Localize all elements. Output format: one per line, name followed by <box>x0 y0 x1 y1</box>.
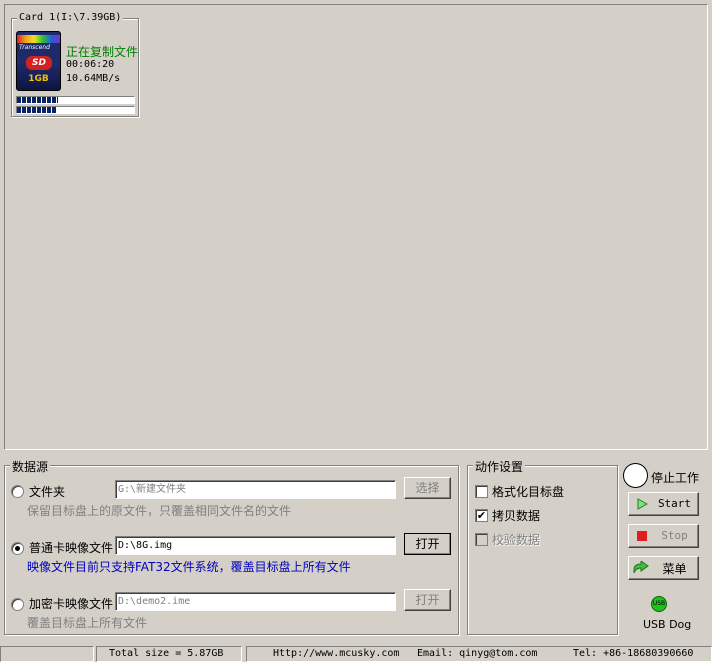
normal-image-radio[interactable] <box>11 542 24 555</box>
encrypted-image-hint: 覆盖目标盘上所有文件 <box>27 616 148 630</box>
folder-select-button[interactable]: 选择 <box>404 477 451 499</box>
card-slot-1[interactable]: Card 1(I:\7.39GB) Transcend SD 1GB 正在复制文… <box>11 12 139 117</box>
stop-icon <box>637 531 647 541</box>
usb-dog-icon: USB <box>651 596 667 612</box>
sd-card-icon: Transcend SD 1GB <box>16 31 61 91</box>
card-speed: 10.64MB/s <box>66 73 121 84</box>
usb-dog-label: USB Dog <box>643 618 692 631</box>
format-checkbox[interactable] <box>475 485 488 498</box>
menu-button-label: 菜单 <box>662 562 687 576</box>
status-website: Http://www.mcusky.com <box>273 648 400 659</box>
play-icon <box>637 498 648 510</box>
card-progress-bar-1 <box>16 96 135 104</box>
menu-button[interactable]: 菜单 <box>628 556 699 580</box>
verify-checkbox[interactable] <box>475 533 488 546</box>
source-group-title: 数据源 <box>10 458 51 475</box>
action-group-title: 动作设置 <box>473 458 526 475</box>
start-button[interactable]: Start <box>628 492 699 516</box>
card-area: Card 1(I:\7.39GB) Transcend SD 1GB 正在复制文… <box>4 4 708 450</box>
encrypted-image-radio[interactable] <box>11 598 24 611</box>
folder-radio[interactable] <box>11 485 24 498</box>
card-elapsed-time: 00:06:20 <box>66 59 115 70</box>
normal-image-open-button[interactable]: 打开 <box>404 533 451 555</box>
status-indicator-circle <box>623 463 648 488</box>
stop-button[interactable]: Stop <box>628 524 699 548</box>
folder-hint: 保留目标盘上的原文件，只覆盖相同文件名的文件 <box>27 504 292 518</box>
card-status: 正在复制文件 <box>66 45 139 59</box>
status-contact: Http://www.mcusky.com Email: qinyg@tom.c… <box>246 646 712 662</box>
copy-checkbox[interactable]: ✔ <box>475 509 488 522</box>
normal-image-hint: 映像文件目前只支持FAT32文件系统，覆盖目标盘上所有文件 <box>27 560 351 574</box>
encrypted-image-label[interactable]: 加密卡映像文件 <box>29 595 113 612</box>
work-state-label: 停止工作 <box>651 471 700 485</box>
format-label[interactable]: 格式化目标盘 <box>492 483 564 500</box>
status-bar: Total size = 5.87GB Http://www.mcusky.co… <box>0 645 712 662</box>
normal-image-path-input[interactable]: D:\8G.img <box>115 536 396 555</box>
verify-label[interactable]: 校验数据 <box>492 531 540 548</box>
status-total-size: Total size = 5.87GB <box>96 646 242 662</box>
action-group: 动作设置 格式化目标盘 ✔ 拷贝数据 校验数据 <box>467 458 618 635</box>
arrow-right-icon <box>633 561 649 574</box>
source-group: 数据源 文件夹 G:\新建文件夹 选择 保留目标盘上的原文件，只覆盖相同文件名的… <box>4 458 459 635</box>
copy-label[interactable]: 拷贝数据 <box>492 507 540 524</box>
status-tel: Tel: +86-18680390660 <box>573 648 694 659</box>
folder-path-input[interactable]: G:\新建文件夹 <box>115 480 396 499</box>
normal-image-label[interactable]: 普通卡映像文件 <box>29 539 113 556</box>
encrypted-image-open-button[interactable]: 打开 <box>404 589 451 611</box>
folder-label[interactable]: 文件夹 <box>29 483 65 500</box>
card-title: Card 1(I:\7.39GB) <box>17 12 124 23</box>
stop-button-label: Stop <box>661 529 688 542</box>
start-button-label: Start <box>657 497 692 510</box>
encrypted-image-path-input[interactable]: D:\demo2.ime <box>115 592 396 611</box>
card-progress-bar-2 <box>16 106 135 114</box>
status-cell-empty <box>0 646 94 662</box>
status-email: Email: qinyg@tom.com <box>417 648 538 659</box>
